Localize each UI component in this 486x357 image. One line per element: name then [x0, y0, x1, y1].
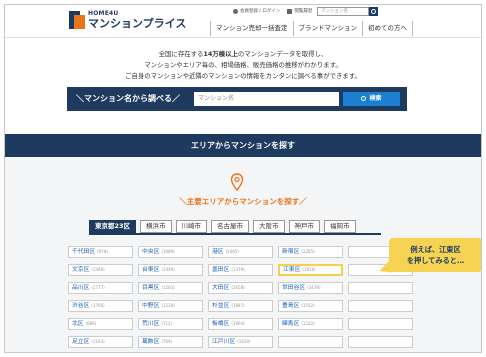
ward-link-ota[interactable]: 大田区 (2658) — [208, 282, 273, 294]
name-search-band: ＼マンション名から調べる／ マンション名 検索 — [67, 87, 407, 111]
ward-link-arakawa[interactable]: 荒川区 (712) — [138, 318, 203, 330]
ward-link-koto[interactable]: 江東区 (1816) — [278, 264, 343, 276]
history-icon — [287, 8, 293, 14]
ward-link-empty[interactable] — [348, 282, 413, 294]
ward-link-adachi[interactable]: 足立区 (1193) — [68, 336, 133, 348]
intro-line-1: 全国に存在する14万棟以上のマンションデータを取得し、 — [158, 50, 328, 58]
ward-link-setagaya[interactable]: 世田谷区 (3479) — [278, 282, 343, 294]
location-pin-icon — [230, 173, 244, 191]
site-header: HOME4U マンションプライス 会員登録 / ログイン 閲覧履歴 マンション名… — [5, 5, 481, 38]
nav-first-time[interactable]: 初めての方へ — [362, 21, 413, 36]
ward-link-bunkyo[interactable]: 文京区 (1448) — [68, 264, 133, 276]
ward-link-empty[interactable] — [348, 318, 413, 330]
mansion-name-input[interactable]: マンション名 — [194, 92, 339, 106]
header-search-input[interactable]: マンション名 — [317, 7, 369, 16]
ward-link-empty[interactable] — [348, 336, 413, 348]
ward-link-sumida[interactable]: 墨田区 (1379) — [208, 264, 273, 276]
tab-underline — [89, 233, 381, 235]
history-link[interactable]: 閲覧履歴 — [287, 8, 312, 14]
annotation-callout: 例えば、江東区 を押してみると… — [389, 238, 481, 272]
tab-nagoya[interactable]: 名古屋市 — [211, 220, 250, 233]
ward-link-chuo[interactable]: 中央区 (1089) — [138, 246, 203, 258]
callout-line-1: 例えば、江東区 — [410, 245, 461, 254]
page-frame: HOME4U マンションプライス 会員登録 / ログイン 閲覧履歴 マンション名… — [4, 4, 482, 353]
utility-links: 会員登録 / ログイン 閲覧履歴 — [233, 8, 319, 14]
tab-fukuoka[interactable]: 福岡市 — [324, 220, 356, 233]
search-icon — [361, 96, 367, 101]
intro-line-2: マンションやエリア毎の、相場価格、販売価格の推移がわかります。 — [144, 61, 342, 69]
tab-kawasaki[interactable]: 川崎市 — [175, 220, 208, 233]
header-search-button[interactable] — [369, 7, 378, 16]
user-icon — [233, 8, 238, 14]
ward-link-shibuya[interactable]: 渋谷区 (1766) — [68, 300, 133, 312]
prefecture-tabs: 東京都23区 横浜市 川崎市 名古屋市 大阪市 神戸市 福岡市 — [89, 220, 360, 233]
area-subtitle: ＼主要エリアからマンションを探す／ — [179, 197, 307, 206]
tab-tokyo23[interactable]: 東京都23区 — [89, 220, 137, 233]
ward-link-toshima[interactable]: 豊島区 (1552) — [278, 300, 343, 312]
ward-link-shinagawa[interactable]: 品川区 (1777) — [68, 282, 133, 294]
ward-link-empty[interactable] — [278, 336, 343, 348]
ward-link-itabashi[interactable]: 板橋区 (1964) — [208, 318, 273, 330]
ward-link-edogawa[interactable]: 江戸川区 (1629) — [208, 336, 273, 348]
ward-link-katsushika[interactable]: 葛飾区 (769) — [138, 336, 203, 348]
login-link[interactable]: 会員登録 / ログイン — [233, 8, 280, 14]
logo-mark-icon — [69, 11, 85, 29]
area-section-title: エリアからマンションを探す — [5, 134, 481, 157]
name-search-label: ＼マンション名から調べる／ — [76, 94, 180, 103]
tab-kobe[interactable]: 神戸市 — [288, 220, 321, 233]
nav-brand-mansion[interactable]: ブランドマンション — [292, 21, 363, 36]
tab-yokohama[interactable]: 横浜市 — [140, 220, 172, 233]
ward-link-taito[interactable]: 台東区 (1449) — [138, 264, 203, 276]
logo-title: マンションプライス — [88, 17, 187, 30]
ward-link-chiyoda[interactable]: 千代田区 (978) — [68, 246, 133, 258]
nav-sell-assessment[interactable]: マンション売却一括査定 — [210, 21, 293, 36]
ward-link-nerima[interactable]: 練馬区 (1322) — [278, 318, 343, 330]
tab-osaka[interactable]: 大阪市 — [253, 220, 285, 233]
search-button[interactable]: 検索 — [343, 92, 400, 106]
callout-line-2: を押してみると… — [406, 256, 465, 265]
ward-link-shinjuku[interactable]: 新宿区 (2285) — [278, 246, 343, 258]
intro-text: 全国に存在する14万棟以上のマンションデータを取得し、 マンションやエリア毎の、… — [5, 49, 481, 82]
ward-link-kita[interactable]: 北区 (886) — [68, 318, 133, 330]
ward-link-empty[interactable] — [348, 300, 413, 312]
top-navigation: マンション売却一括査定 ブランドマンション 初めての方へ — [210, 21, 413, 36]
ward-link-minato[interactable]: 港区 (2465) — [208, 246, 273, 258]
intro-line-3: ご自身のマンションや近隣のマンションの情報をカンタンに調べる事ができます。 — [125, 72, 361, 80]
ward-link-meguro[interactable]: 目黒区 (1203) — [138, 282, 203, 294]
site-logo[interactable]: HOME4U マンションプライス — [69, 11, 186, 29]
ward-link-nakano[interactable]: 中野区 (1228) — [138, 300, 203, 312]
ward-link-suginami[interactable]: 杉並区 (1887) — [208, 300, 273, 312]
ward-grid: 千代田区 (978) 中央区 (1089) 港区 (2465) 新宿区 (2285) 文… — [68, 246, 413, 348]
